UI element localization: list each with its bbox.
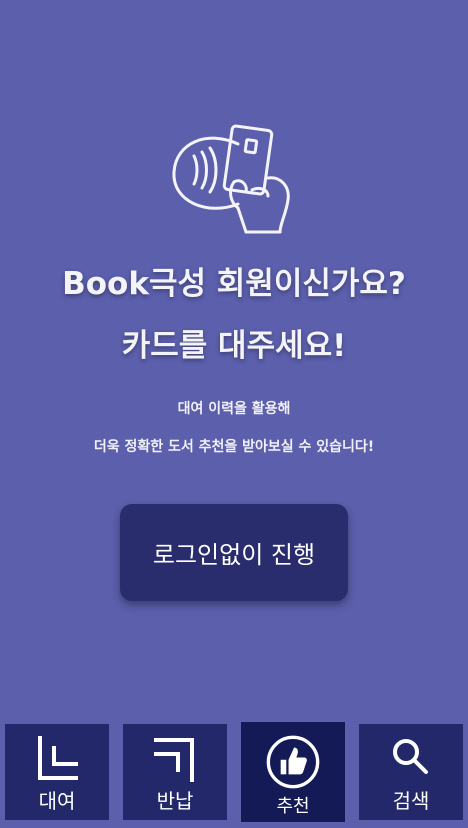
rent-icon [38,736,78,780]
tab-rent-label: 대여 [38,789,76,813]
tab-search-label: 검색 [392,789,430,813]
bottom-tab-bar: 대여 반납 추천 검색 [0,720,468,828]
tab-rent[interactable]: 대여 [5,724,109,820]
page-subtitle: 카드를 대주세요! [121,328,347,364]
description-line-2: 더욱 정확한 도서 추천을 받아보실 수 있습니다! [93,439,375,455]
tab-return-label: 반납 [156,789,194,813]
tab-recommend[interactable]: 추천 [241,722,345,822]
search-icon [393,739,428,774]
return-icon [154,738,194,782]
proceed-without-login-button[interactable]: 로그인없이 진행 [120,504,348,601]
description-line-1: 대여 이력을 활용해 [177,401,291,417]
page-title: Book극성 회원이신가요? [62,266,406,302]
nfc-card-tap-icon [172,124,290,234]
thumbs-up-icon [266,735,320,789]
tab-search[interactable]: 검색 [359,724,463,820]
tab-recommend-label: 추천 [276,796,310,817]
tab-return[interactable]: 반납 [123,724,227,820]
